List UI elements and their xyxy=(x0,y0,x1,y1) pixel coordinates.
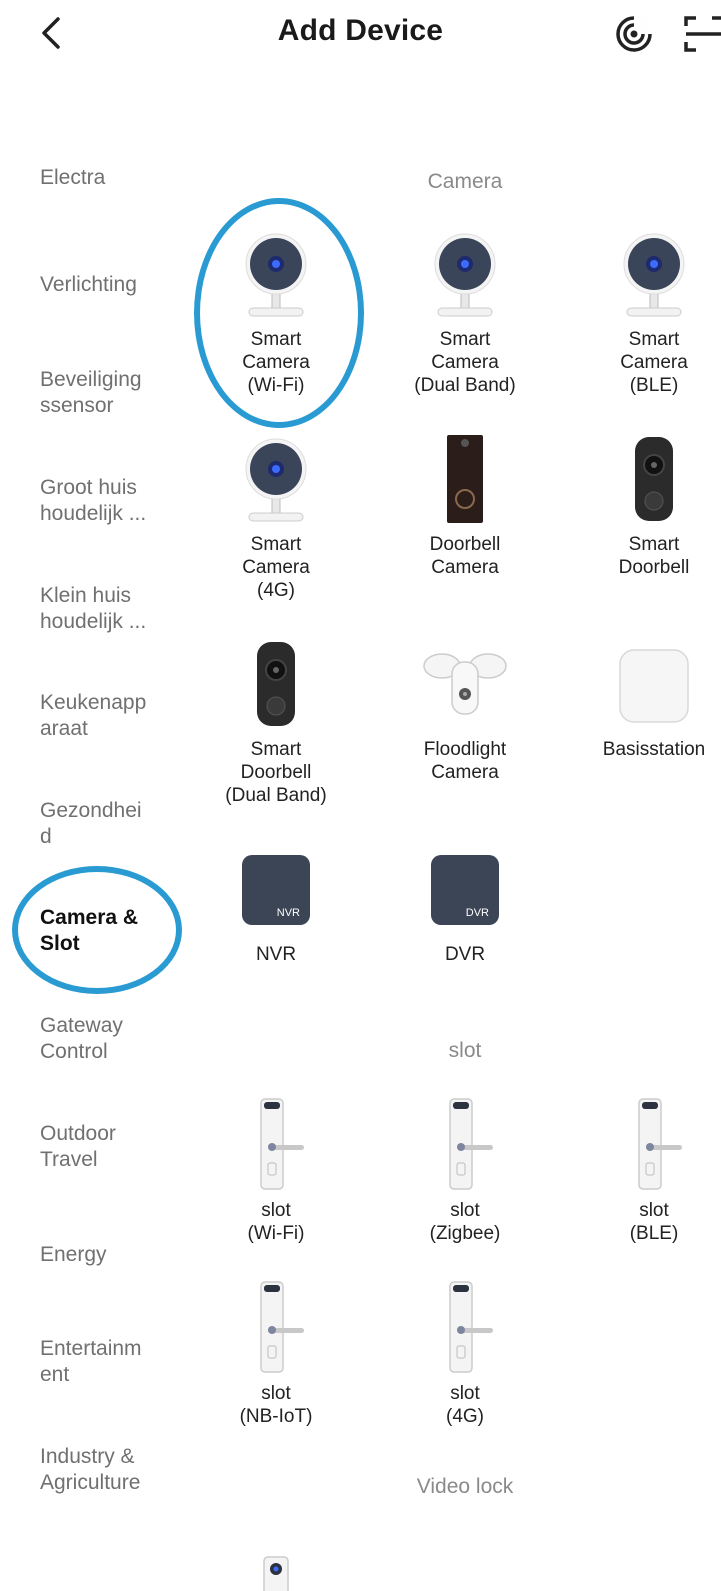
nvr-icon-text: NVR xyxy=(277,907,300,919)
sidebar-item-outdoor-travel[interactable]: Outdoor Travel xyxy=(40,1121,190,1173)
lock-icon xyxy=(559,1093,721,1193)
sidebar-item-beveiligingssensor[interactable]: Beveiliging ssensor xyxy=(40,367,190,419)
device-label: Smart Camera (BLE) xyxy=(620,329,688,396)
smart-doorbell-icon xyxy=(559,427,721,527)
device-label: Smart Doorbell (Dual Band) xyxy=(225,739,327,806)
sidebar-item-entertainment[interactable]: Entertainm ent xyxy=(40,1336,190,1388)
sidebar-item-industry-agriculture[interactable]: Industry & Agriculture xyxy=(40,1444,190,1496)
device-label: Smart Camera (4G) xyxy=(242,534,310,601)
sidebar-item-groot-huishoudelijk[interactable]: Groot huis houdelijk ... xyxy=(40,475,190,527)
lock-icon xyxy=(181,1093,371,1193)
device-label: NVR xyxy=(255,944,297,965)
page-title: Add Device xyxy=(277,14,444,47)
device-slot-wifi[interactable]: slot (Wi-Fi) xyxy=(181,1093,371,1245)
device-slot-zigbee[interactable]: slot (Zigbee) xyxy=(370,1093,560,1245)
device-label: slot (NB-IoT) xyxy=(239,1383,313,1427)
sidebar-item-gezondheid[interactable]: Gezondhei d xyxy=(40,798,190,850)
section-title-slot: slot xyxy=(448,1039,482,1062)
base-station-icon xyxy=(559,632,721,732)
smart-doorbell-icon xyxy=(181,632,371,732)
device-video-lock[interactable] xyxy=(181,1555,371,1591)
sidebar-item-electra[interactable]: Electra xyxy=(40,165,190,191)
device-dvr[interactable]: DVR DVR xyxy=(370,837,560,966)
lock-icon xyxy=(181,1276,371,1376)
sidebar-item-klein-huishoudelijk[interactable]: Klein huis houdelijk ... xyxy=(40,583,190,635)
device-label: slot (Wi-Fi) xyxy=(247,1200,305,1244)
device-label: slot (4G) xyxy=(446,1383,484,1427)
device-smart-doorbell[interactable]: Smart Doorbell xyxy=(559,427,721,579)
doorbell-camera-icon xyxy=(370,427,560,527)
nvr-icon: NVR xyxy=(181,837,371,937)
nearby-scan-icon[interactable] xyxy=(614,14,654,54)
camera-icon xyxy=(181,427,371,527)
section-title-video-lock: Video lock xyxy=(416,1475,514,1498)
sidebar-item-gateway-control[interactable]: Gateway Control xyxy=(40,1013,190,1065)
dvr-icon: DVR xyxy=(370,837,560,937)
device-floodlight-camera[interactable]: Floodlight Camera xyxy=(370,632,560,784)
device-basisstation[interactable]: Basisstation xyxy=(559,632,721,761)
device-smart-camera-4g[interactable]: Smart Camera (4G) xyxy=(181,427,371,602)
device-label: Doorbell Camera xyxy=(429,534,501,578)
qr-scan-icon[interactable] xyxy=(684,14,721,54)
device-slot-ble[interactable]: slot (BLE) xyxy=(559,1093,721,1245)
device-doorbell-camera[interactable]: Doorbell Camera xyxy=(370,427,560,579)
device-label: Floodlight Camera xyxy=(423,739,507,783)
sidebar-item-energy[interactable]: Energy xyxy=(40,1242,190,1268)
device-smart-camera-ble[interactable]: Smart Camera (BLE) xyxy=(559,222,721,397)
device-label: DVR xyxy=(444,944,486,965)
device-label: Smart Camera (Wi-Fi) xyxy=(242,329,310,396)
device-label: slot (BLE) xyxy=(629,1200,679,1244)
device-label: slot (Zigbee) xyxy=(429,1200,501,1244)
camera-icon xyxy=(181,222,371,322)
lock-icon xyxy=(370,1093,560,1193)
camera-icon xyxy=(559,222,721,322)
header-bar: Add Device xyxy=(0,0,721,70)
sidebar-item-verlichting[interactable]: Verlichting xyxy=(40,272,190,298)
sidebar-item-camera-slot[interactable]: Camera & Slot xyxy=(40,905,190,957)
camera-icon xyxy=(370,222,560,322)
sidebar-item-keukenapparaat[interactable]: Keukenapp araat xyxy=(40,690,190,742)
lock-icon xyxy=(370,1276,560,1376)
device-label: Smart Doorbell xyxy=(618,534,690,578)
dvr-icon-text: DVR xyxy=(466,907,489,919)
device-label: Smart Camera (Dual Band) xyxy=(414,329,516,396)
section-title-camera: Camera xyxy=(427,170,503,193)
device-label: Basisstation xyxy=(602,739,706,760)
floodlight-camera-icon xyxy=(370,632,560,732)
device-slot-4g[interactable]: slot (4G) xyxy=(370,1276,560,1428)
device-smart-doorbell-dual-band[interactable]: Smart Doorbell (Dual Band) xyxy=(181,632,371,807)
device-nvr[interactable]: NVR NVR xyxy=(181,837,371,966)
video-lock-icon xyxy=(263,1556,289,1591)
device-smart-camera-dual-band[interactable]: Smart Camera (Dual Band) xyxy=(370,222,560,397)
device-smart-camera-wifi[interactable]: Smart Camera (Wi-Fi) xyxy=(181,222,371,397)
device-slot-nb-iot[interactable]: slot (NB-IoT) xyxy=(181,1276,371,1428)
